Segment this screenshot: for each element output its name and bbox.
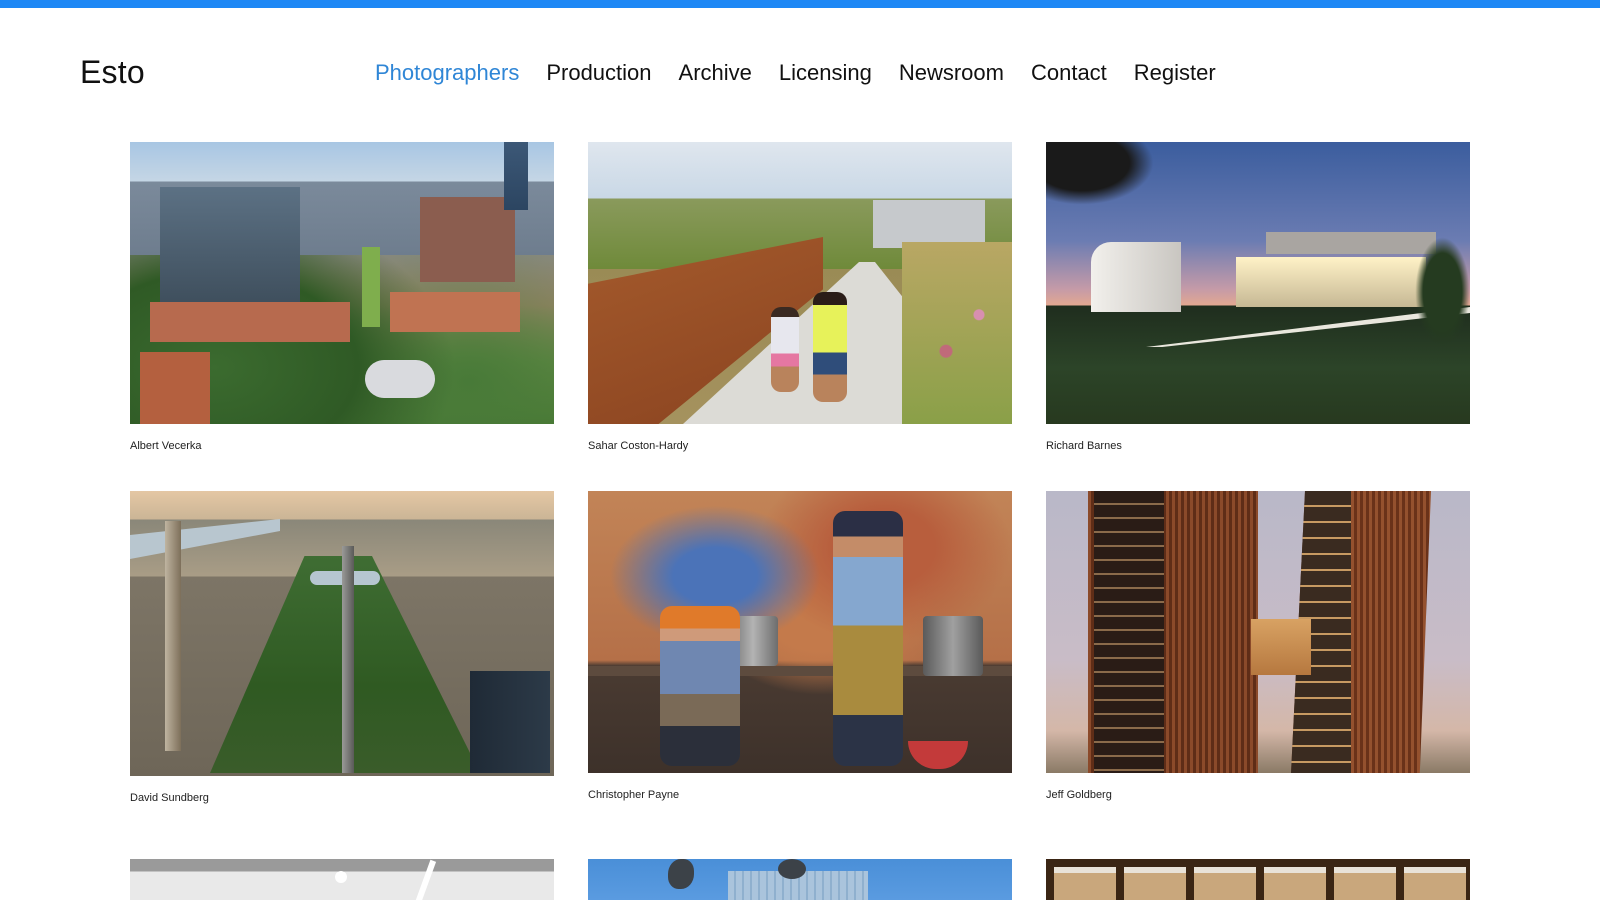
photographer-photo[interactable] [130,491,554,776]
photographer-card[interactable]: Sahar Coston-Hardy [588,142,1012,452]
photographer-card[interactable]: Christopher Payne [588,491,1012,801]
photographer-photo[interactable] [1046,142,1470,424]
photographer-name[interactable]: Richard Barnes [1046,440,1470,452]
main-nav: Photographers Production Archive Licensi… [375,60,1243,86]
photographer-card[interactable] [588,859,1012,900]
site-header: Esto Photographers Production Archive Li… [0,8,1600,138]
photographer-name[interactable]: Albert Vecerka [130,440,554,452]
photographer-card[interactable]: Richard Barnes [1046,142,1470,452]
photographer-photo[interactable] [588,142,1012,424]
photographer-name[interactable]: Sahar Coston-Hardy [588,440,1012,452]
site-logo[interactable]: Esto [80,54,145,91]
nav-contact[interactable]: Contact [1031,60,1107,86]
top-accent-bar [0,0,1600,8]
photographer-card[interactable]: Jeff Goldberg [1046,491,1470,801]
photographer-photo[interactable] [130,859,554,900]
photographer-card[interactable]: David Sundberg [130,491,554,804]
photographer-photo[interactable] [1046,491,1470,773]
nav-production[interactable]: Production [546,60,651,86]
photographer-card[interactable]: Albert Vecerka [130,142,554,452]
photographer-photo[interactable] [588,491,1012,773]
nav-licensing[interactable]: Licensing [779,60,872,86]
photographer-photo[interactable] [1046,859,1470,900]
nav-archive[interactable]: Archive [679,60,752,86]
photographer-photo[interactable] [130,142,554,424]
photographer-name[interactable]: David Sundberg [130,792,554,804]
nav-newsroom[interactable]: Newsroom [899,60,1004,86]
photographer-name[interactable]: Christopher Payne [588,789,1012,801]
photographer-card[interactable] [130,859,554,900]
photographer-photo[interactable] [588,859,1012,900]
photographer-card[interactable] [1046,859,1470,900]
nav-register[interactable]: Register [1134,60,1216,86]
nav-photographers[interactable]: Photographers [375,60,519,86]
photographer-name[interactable]: Jeff Goldberg [1046,789,1470,801]
